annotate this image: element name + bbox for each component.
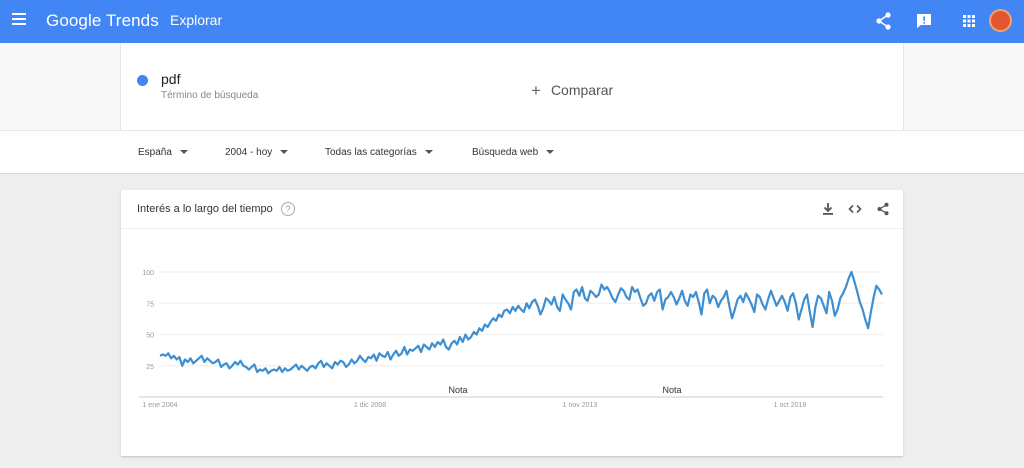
google-trends-logo[interactable]: Google Trends — [46, 11, 159, 31]
interest-over-time-card: Interés a lo largo del tiempo ? 25 50 75 10… — [121, 190, 903, 456]
logo-google-text: Google — [46, 11, 102, 30]
chart-gridlines — [159, 271, 883, 367]
category-label: Todas las categorías — [325, 147, 417, 158]
note-annotation: Nota — [662, 385, 681, 395]
search-type-label: Búsqueda web — [472, 147, 539, 158]
dropdown-arrow-icon — [424, 150, 433, 154]
dropdown-arrow-icon — [280, 150, 289, 154]
region-dropdown[interactable]: España — [138, 147, 188, 158]
y-tick-label: 50 — [146, 333, 154, 340]
plus-icon: + — [531, 81, 541, 100]
share-icon[interactable] — [874, 11, 894, 31]
search-term-subtitle: Término de búsqueda — [161, 90, 259, 101]
dropdown-arrow-icon — [179, 150, 188, 154]
x-tick-label: 1 ene 2004 — [142, 402, 177, 409]
region-label: España — [138, 147, 172, 158]
x-tick-label: 1 oct 2018 — [774, 402, 807, 409]
y-tick-label: 25 — [146, 364, 154, 371]
search-type-dropdown[interactable]: Búsqueda web — [472, 147, 555, 158]
period-dropdown[interactable]: 2004 - hoy — [225, 147, 289, 158]
y-tick-label: 100 — [142, 270, 154, 277]
page-title: Explorar — [170, 12, 223, 28]
note-annotation: Nota — [448, 385, 467, 395]
category-dropdown[interactable]: Todas las categorías — [325, 147, 433, 158]
x-axis-ticks: 1 ene 2004 1 dic 2008 1 nov 2013 1 oct 2018 — [142, 402, 806, 409]
filter-bar: España 2004 - hoy Todas las categorías B… — [0, 130, 1024, 174]
feedback-icon[interactable] — [914, 11, 934, 31]
x-tick-label: 1 nov 2013 — [563, 402, 598, 409]
compare-button[interactable]: + Comparar — [531, 80, 613, 100]
dropdown-arrow-icon — [546, 150, 555, 154]
top-app-bar: Google Trends Explorar — [0, 0, 1024, 43]
avatar[interactable] — [989, 9, 1012, 32]
series-line-pdf — [159, 270, 883, 375]
term-color-dot — [137, 75, 148, 86]
menu-icon[interactable] — [12, 13, 28, 29]
y-tick-label: 75 — [146, 301, 154, 308]
interest-line-chart: 25 50 75 100 1 ene 2004 1 dic 2008 1 nov 2013… — [139, 270, 883, 409]
y-axis-ticks: 25 50 75 100 — [142, 270, 154, 371]
chart-annotations: Nota Nota — [448, 385, 681, 395]
compare-label: Comparar — [550, 82, 614, 98]
x-tick-label: 1 dic 2008 — [354, 402, 386, 409]
apps-icon[interactable] — [959, 11, 979, 31]
search-terms-panel: pdf Término de búsqueda + Comparar — [0, 43, 1024, 130]
period-label: 2004 - hoy — [225, 147, 273, 158]
search-term-name[interactable]: pdf — [161, 71, 180, 87]
search-term-card: pdf Término de búsqueda + Comparar — [120, 43, 904, 130]
logo-trends-text: Trends — [105, 11, 159, 30]
